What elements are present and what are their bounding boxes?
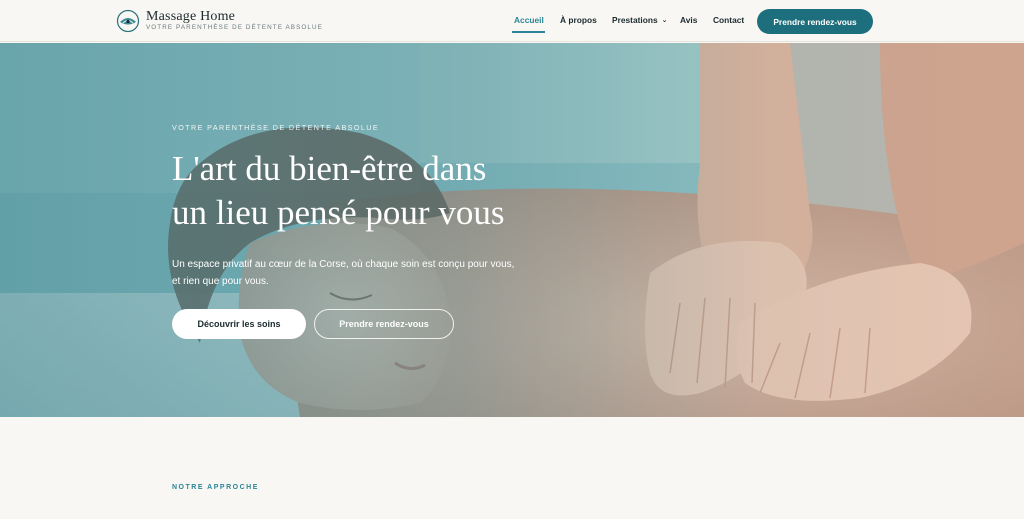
nav-item-prestations[interactable]: Prestations ⌄: [612, 15, 668, 25]
hero-title-line2: un lieu pensé pour vous: [172, 193, 505, 232]
hero-section: VOTRE PARENTHÈSE DE DÉTENTE ABSOLUE L'ar…: [0, 43, 1024, 417]
nav-item-avis[interactable]: Avis: [680, 15, 697, 25]
discover-treatments-button[interactable]: Découvrir les soins: [172, 309, 306, 339]
active-nav-indicator: [512, 31, 545, 33]
chevron-down-icon: ⌄: [661, 17, 668, 24]
site-header: Massage Home VOTRE PARENTHÈSE DE DÉTENTE…: [0, 0, 1024, 42]
brand-tagline: VOTRE PARENTHÈSE DE DÉTENTE ABSOLUE: [146, 24, 323, 31]
nav-item-contact[interactable]: Contact: [713, 15, 744, 25]
nav-item-a-propos[interactable]: À propos: [560, 15, 597, 25]
section-label-approach: NOTRE APPROCHE: [172, 484, 259, 491]
book-appointment-button[interactable]: Prendre rendez-vous: [757, 9, 873, 34]
brand-logo[interactable]: Massage Home VOTRE PARENTHÈSE DE DÉTENTE…: [116, 9, 323, 33]
lotus-logo-icon: [116, 9, 140, 33]
nav-item-accueil[interactable]: Accueil: [514, 15, 544, 25]
nav-item-prestations-label: Prestations: [612, 15, 658, 25]
hero-title: L'art du bien-être dans un lieu pensé po…: [172, 147, 602, 235]
hero-eyebrow: VOTRE PARENTHÈSE DE DÉTENTE ABSOLUE: [172, 123, 380, 132]
brand-name: Massage Home: [146, 9, 236, 24]
hero-title-line1: L'art du bien-être dans: [172, 149, 487, 188]
hero-description-line1: Un espace privatif au cœur de la Corse, …: [172, 259, 515, 270]
hero-description: Un espace privatif au cœur de la Corse, …: [172, 256, 552, 290]
hero-description-line2: et rien que pour vous.: [172, 276, 269, 287]
hero-book-appointment-button[interactable]: Prendre rendez-vous: [314, 309, 454, 339]
